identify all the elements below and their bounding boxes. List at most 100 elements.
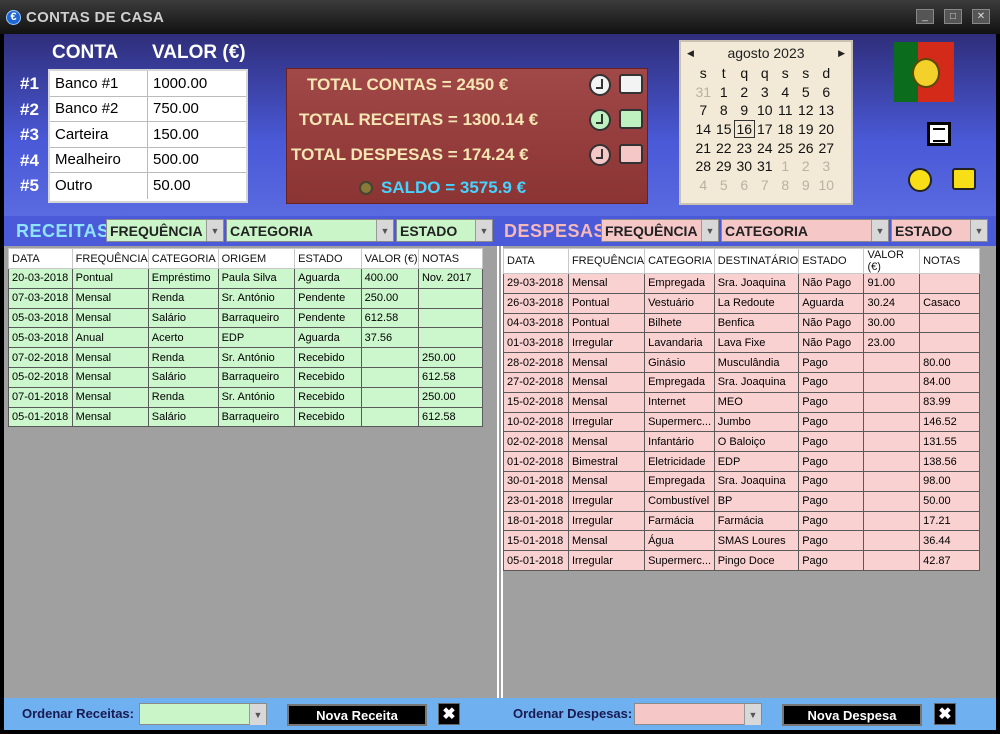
account-name[interactable]: Outro xyxy=(50,173,148,199)
column-header[interactable]: ESTADO xyxy=(294,248,362,269)
minimize-button[interactable]: _ xyxy=(916,9,934,24)
calendar-day[interactable]: 31 xyxy=(693,83,714,102)
table-cell[interactable]: 27-02-2018 xyxy=(503,371,569,393)
table-row[interactable]: 10-02-2018 Irregular Supermerc... Jumbo Pago… xyxy=(503,411,980,433)
table-cell[interactable]: Não Pago xyxy=(798,312,865,334)
table-cell[interactable]: Mensal xyxy=(567,470,646,492)
table-cell[interactable] xyxy=(863,550,921,571)
table-cell[interactable]: Pontual xyxy=(567,312,646,334)
calendar-day[interactable]: 10 xyxy=(816,176,837,195)
table-cell[interactable] xyxy=(863,431,921,453)
table-cell[interactable]: 05-01-2018 xyxy=(8,406,73,428)
table-cell[interactable] xyxy=(919,312,980,334)
table-row[interactable]: 07-02-2018 Mensal Renda Sr. António Recebido… xyxy=(8,347,484,368)
table-cell[interactable]: Pontual xyxy=(567,292,646,314)
maximize-button[interactable]: □ xyxy=(944,9,962,24)
table-row[interactable]: 05-01-2018 Mensal Salário Barraqueiro Recebi… xyxy=(8,406,484,428)
calendar-day[interactable]: 6 xyxy=(734,176,755,195)
table-cell[interactable]: Aguarda xyxy=(294,327,362,349)
table-cell[interactable]: Salário xyxy=(147,307,219,329)
table-cell[interactable]: EDP xyxy=(217,327,296,349)
calendar-day[interactable]: 4 xyxy=(693,176,714,195)
calendar-day[interactable]: 1 xyxy=(775,157,796,176)
table-cell[interactable]: 26-03-2018 xyxy=(503,292,569,314)
account-value[interactable]: 500.00 xyxy=(148,148,199,173)
ordenar-receitas-select[interactable]: ▼ xyxy=(139,703,267,725)
column-header[interactable]: FREQUÊNCIA xyxy=(567,248,646,274)
table-row[interactable]: 15-01-2018 Mensal Água SMAS Loures Pago 36.44 xyxy=(503,530,980,552)
table-cell[interactable]: MEO xyxy=(713,391,800,413)
calendar-day[interactable]: 26 xyxy=(796,138,817,157)
table-cell[interactable]: Pago xyxy=(798,530,865,552)
table-row[interactable]: 20-03-2018 Pontual Empréstimo Paula Silva Ag… xyxy=(8,268,484,289)
table-cell[interactable]: 29-03-2018 xyxy=(503,273,569,294)
account-name[interactable]: Mealheiro xyxy=(50,147,148,172)
table-cell[interactable]: 250.00 xyxy=(417,386,484,408)
calendar-day[interactable]: 7 xyxy=(755,176,776,195)
close-window-button[interactable]: ✕ xyxy=(972,9,990,24)
save-all-icon[interactable] xyxy=(952,168,976,190)
table-cell[interactable]: 83.99 xyxy=(919,391,980,413)
check-receitas-icon[interactable] xyxy=(589,109,611,131)
column-header[interactable]: ESTADO xyxy=(798,248,865,274)
calendar-day[interactable]: 3 xyxy=(755,83,776,102)
table-row[interactable]: 07-01-2018 Mensal Renda Sr. António Recebido… xyxy=(8,386,484,408)
table-cell[interactable]: Irregular xyxy=(567,490,646,512)
column-header[interactable]: VALOR (€) xyxy=(863,248,921,274)
table-row[interactable]: 04-03-2018 Pontual Bilhete Benfica Não Pago 3… xyxy=(503,312,980,334)
calendar-day[interactable]: 15 xyxy=(714,120,735,139)
calendar-day[interactable]: 16 xyxy=(734,119,755,139)
table-cell[interactable]: Pingo Doce xyxy=(713,550,800,571)
calendar-day[interactable]: 12 xyxy=(796,101,817,120)
table-cell[interactable] xyxy=(863,411,921,433)
table-cell[interactable]: Mensal xyxy=(71,307,149,329)
table-cell[interactable]: Jumbo xyxy=(713,411,800,433)
calendar-day[interactable]: 11 xyxy=(775,101,796,120)
table-cell[interactable]: 98.00 xyxy=(919,470,980,492)
table-cell[interactable]: Ginásio xyxy=(644,352,715,373)
column-header[interactable]: DESTINATÁRIO xyxy=(713,248,800,274)
calendar-day[interactable]: 27 xyxy=(816,138,837,157)
table-cell[interactable]: Renda xyxy=(147,347,219,368)
calendar-day[interactable]: 18 xyxy=(775,120,796,139)
column-header[interactable]: VALOR (€) xyxy=(360,248,419,269)
account-name[interactable]: Carteira xyxy=(50,122,148,147)
table-cell[interactable]: 05-03-2018 xyxy=(8,307,73,329)
table-cell[interactable]: 131.55 xyxy=(919,431,980,453)
receitas-estado-filter[interactable]: ESTADO ▼ xyxy=(396,219,493,242)
table-cell[interactable]: 36.44 xyxy=(919,530,980,552)
table-cell[interactable]: 18-01-2018 xyxy=(503,510,569,532)
check-all-icon[interactable] xyxy=(908,168,932,192)
calendar-day[interactable]: 23 xyxy=(734,138,755,157)
calendar-day[interactable]: 14 xyxy=(693,120,714,139)
table-cell[interactable]: Recebido xyxy=(294,406,362,428)
calendar-day[interactable]: 25 xyxy=(775,138,796,157)
table-cell[interactable] xyxy=(417,287,484,309)
table-row[interactable]: 05-03-2018 Mensal Salário Barraqueiro Penden… xyxy=(8,307,484,329)
calendar-day[interactable]: 31 xyxy=(755,157,776,176)
calendar-day[interactable]: 5 xyxy=(796,83,817,102)
table-cell[interactable]: Mensal xyxy=(567,352,646,373)
table-cell[interactable]: 138.56 xyxy=(919,451,980,472)
column-header[interactable]: CATEGORIA xyxy=(644,248,715,274)
table-cell[interactable] xyxy=(863,470,921,492)
table-cell[interactable]: Mensal xyxy=(71,406,149,428)
table-cell[interactable] xyxy=(360,386,419,408)
table-cell[interactable]: Sr. António xyxy=(217,287,296,309)
table-cell[interactable]: Mensal xyxy=(71,366,149,388)
table-cell[interactable]: Aguarda xyxy=(798,292,865,314)
despesas-categoria-filter[interactable]: CATEGORIA ▼ xyxy=(721,219,889,242)
calendar-day[interactable]: 22 xyxy=(714,138,735,157)
table-cell[interactable]: Mensal xyxy=(71,386,149,408)
table-cell[interactable] xyxy=(360,406,419,428)
table-row[interactable]: 28-02-2018 Mensal Ginásio Musculândia Pago 80… xyxy=(503,352,980,373)
table-cell[interactable]: Mensal xyxy=(567,371,646,393)
table-cell[interactable]: 01-03-2018 xyxy=(503,332,569,354)
table-cell[interactable]: 15-01-2018 xyxy=(503,530,569,552)
table-cell[interactable]: Farmácia xyxy=(713,510,800,532)
table-cell[interactable]: SMAS Loures xyxy=(713,530,800,552)
table-cell[interactable]: Benfica xyxy=(713,312,800,334)
table-row[interactable]: 02-02-2018 Mensal Infantário O Baloiço Pago 1… xyxy=(503,431,980,453)
table-cell[interactable]: 91.00 xyxy=(863,273,921,294)
table-cell[interactable] xyxy=(360,366,419,388)
